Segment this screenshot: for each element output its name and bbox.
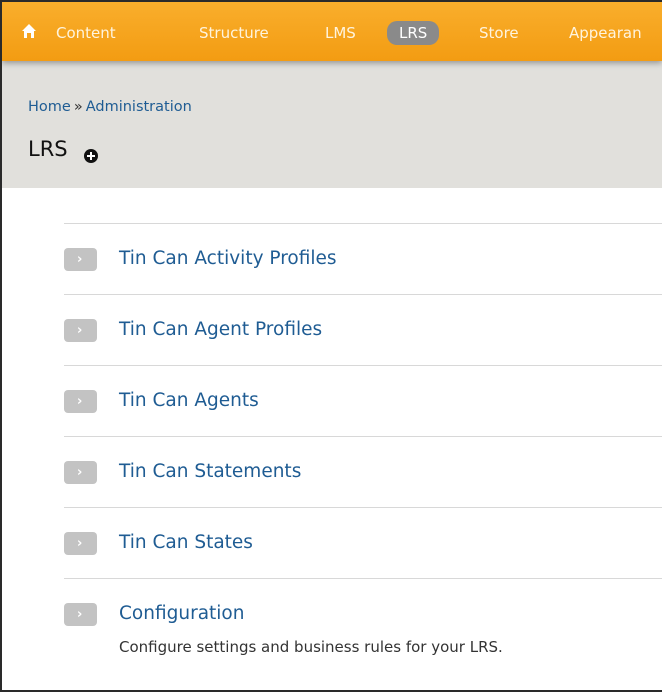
admin-list-item: › Tin Can Activity Profiles <box>64 223 662 294</box>
breadcrumb-home-link[interactable]: Home <box>28 99 71 115</box>
admin-link-agents[interactable]: Tin Can Agents <box>119 390 259 411</box>
admin-list-item: › Tin Can Statements <box>64 436 662 507</box>
chevron-right-icon: › <box>64 390 97 413</box>
page-title: LRS <box>28 137 68 161</box>
chevron-right-icon: › <box>64 532 97 555</box>
toolbar-item-lrs[interactable]: LRS <box>387 21 440 45</box>
page-header: Home» Administration LRS <box>2 61 662 188</box>
chevron-right-icon: › <box>64 319 97 342</box>
breadcrumb: Home» Administration <box>28 99 192 115</box>
admin-item-description: Configure settings and business rules fo… <box>119 638 503 656</box>
admin-list-item: › Tin Can Agent Profiles <box>64 294 662 365</box>
toolbar-item-content[interactable]: Content <box>56 23 116 43</box>
admin-list-item: › Configuration Configure settings and b… <box>64 578 662 688</box>
toolbar-item-appearance[interactable]: Appearan <box>569 23 642 43</box>
page-frame: Content Structure LMS LRS Store Appearan… <box>0 0 662 692</box>
admin-list-item: › Tin Can States <box>64 507 662 578</box>
plus-circle-icon[interactable] <box>84 149 98 163</box>
chevron-right-icon: › <box>64 461 97 484</box>
toolbar-item-store[interactable]: Store <box>479 23 519 43</box>
admin-link-states[interactable]: Tin Can States <box>119 532 253 553</box>
breadcrumb-administration-link[interactable]: Administration <box>86 99 192 115</box>
breadcrumb-separator: » <box>73 99 83 115</box>
admin-link-activity-profiles[interactable]: Tin Can Activity Profiles <box>119 248 337 269</box>
admin-toolbar: Content Structure LMS LRS Store Appearan <box>2 2 662 61</box>
admin-link-statements[interactable]: Tin Can Statements <box>119 461 301 482</box>
chevron-right-icon: › <box>64 248 97 271</box>
toolbar-item-structure[interactable]: Structure <box>199 23 269 43</box>
admin-list: › Tin Can Activity Profiles › Tin Can Ag… <box>64 223 662 688</box>
admin-link-configuration[interactable]: Configuration <box>119 603 244 624</box>
chevron-right-icon: › <box>64 603 97 626</box>
admin-list-item: › Tin Can Agents <box>64 365 662 436</box>
home-icon[interactable] <box>21 23 37 39</box>
toolbar-item-lms[interactable]: LMS <box>325 23 356 43</box>
admin-link-agent-profiles[interactable]: Tin Can Agent Profiles <box>119 319 322 340</box>
